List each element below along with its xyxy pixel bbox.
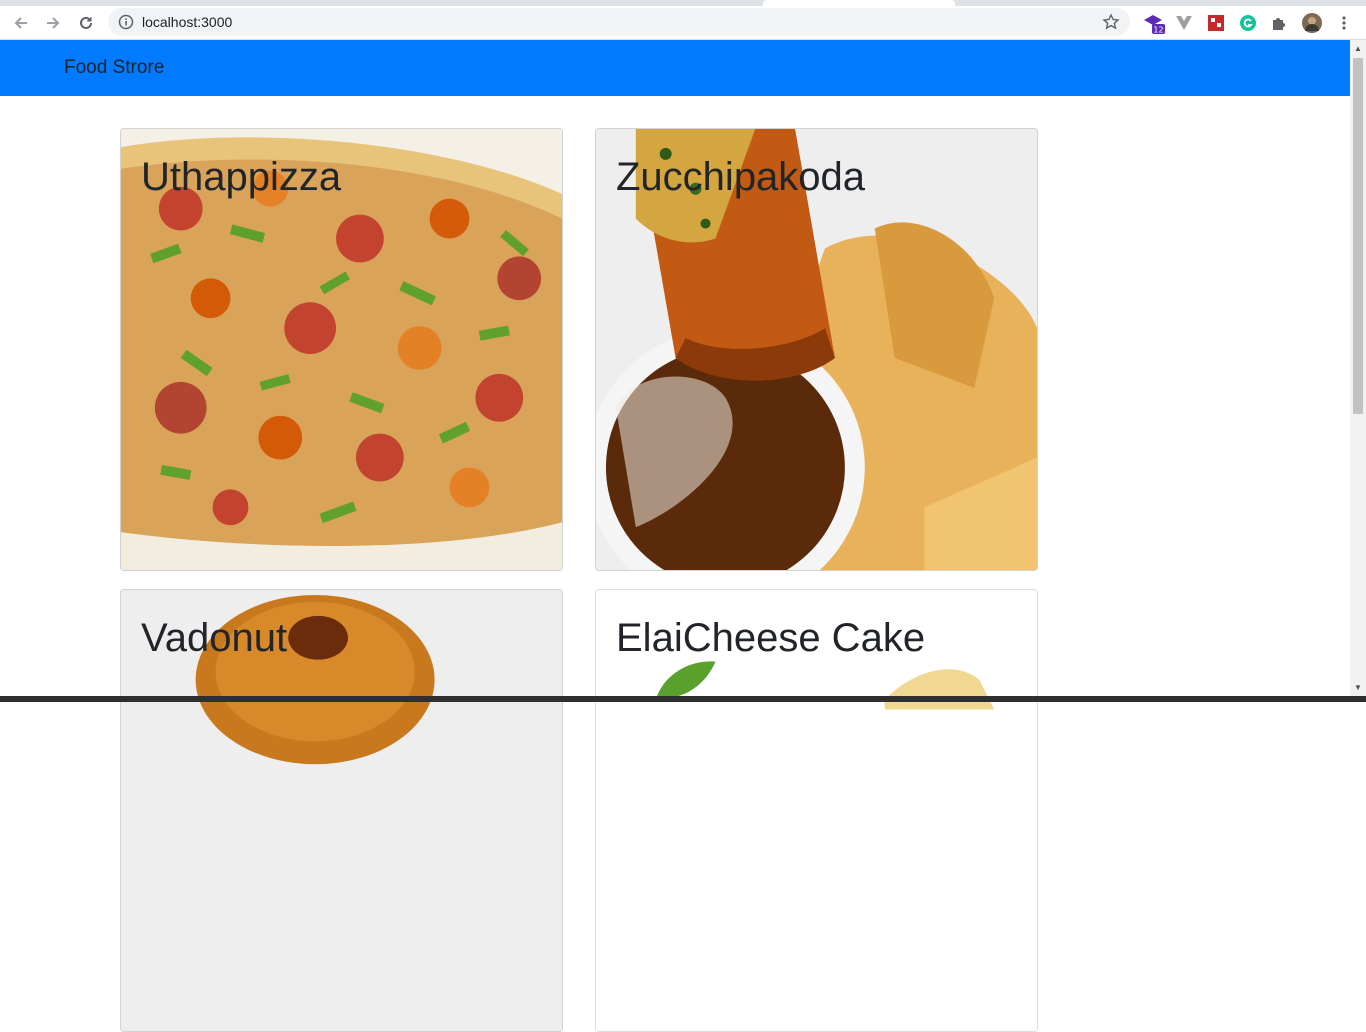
back-icon[interactable]	[8, 10, 34, 36]
puzzle-icon[interactable]	[1267, 11, 1291, 35]
page-scrollbar[interactable]: ▲ ▼	[1350, 40, 1366, 696]
graduation-cap-icon[interactable]: 12	[1142, 11, 1166, 35]
browser-toolbar: localhost:3000 12	[0, 6, 1366, 40]
dish-card-zucchipakoda[interactable]: Zucchipakoda	[595, 128, 1038, 571]
dish-title: ElaiCheese Cake	[616, 616, 926, 660]
dish-title: Uthappizza	[141, 155, 342, 199]
dish-title: Zucchipakoda	[616, 155, 866, 199]
dish-title: Vadonut	[141, 616, 288, 660]
reload-icon[interactable]	[73, 10, 99, 36]
profile-avatar[interactable]	[1300, 11, 1324, 35]
vue-devtools-icon[interactable]	[1172, 11, 1196, 35]
scroll-up-icon[interactable]: ▲	[1354, 44, 1362, 53]
app-navbar: Food Strore	[0, 40, 1350, 96]
red-extension-icon[interactable]	[1204, 11, 1228, 35]
info-icon[interactable]	[118, 14, 134, 35]
dish-card-uthappizza[interactable]: Uthappizza	[120, 128, 563, 571]
grammarly-icon[interactable]	[1236, 11, 1260, 35]
dish-card-vadonut[interactable]: Vadonut	[120, 589, 563, 1032]
scrollbar-thumb[interactable]	[1353, 58, 1363, 414]
forward-icon[interactable]	[40, 10, 66, 36]
url-text[interactable]: localhost:3000	[142, 14, 232, 30]
os-taskbar	[0, 696, 1366, 702]
brand-link[interactable]: Food Strore	[64, 57, 164, 79]
star-icon[interactable]	[1102, 13, 1120, 36]
address-bar[interactable]: localhost:3000	[108, 8, 1130, 36]
menu-icon[interactable]	[1332, 11, 1356, 35]
dish-card-elaicheese-cake[interactable]: ElaiCheese Cake	[595, 589, 1038, 1032]
extension-badge: 12	[1153, 26, 1163, 35]
scroll-down-icon[interactable]: ▼	[1354, 683, 1362, 692]
